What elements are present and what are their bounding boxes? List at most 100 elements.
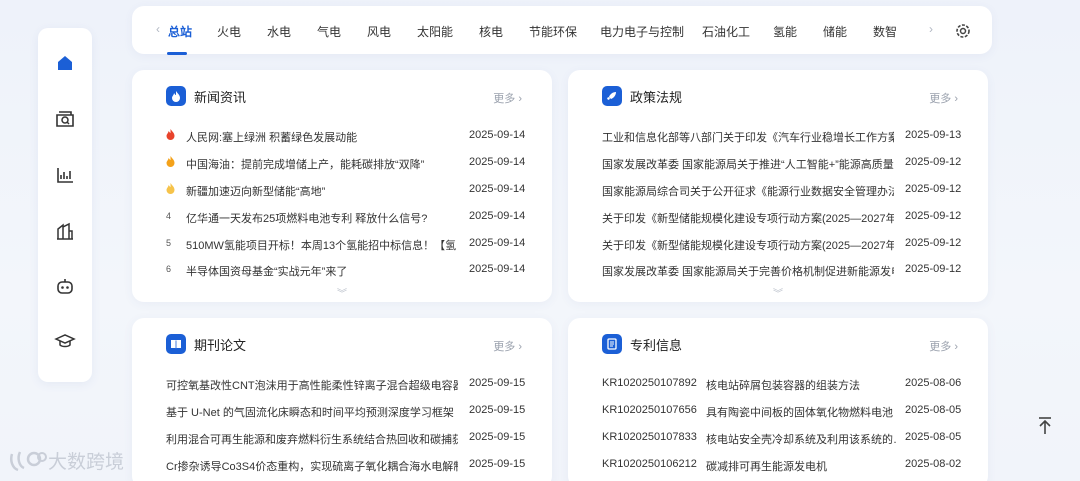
chart-icon[interactable] [52,162,78,188]
news-item-6[interactable]: 6 半导体国资母基金“实战元年”来了 2025-09-14 [166,263,526,281]
patent-number: KR1020250107656 [602,404,697,416]
news-item-date: 2025-09-14 [469,210,526,222]
tab-11[interactable]: 储能 [823,23,847,40]
policy-item-date: 2025-09-12 [905,263,962,275]
news-rank: 5 [166,238,172,248]
patent-more-link[interactable]: 更多 › [929,338,958,354]
policy-item-date: 2025-09-12 [905,237,962,249]
patent-item-4[interactable]: KR1020250106212 碳减排可再生能源发电机 2025-08-02 [602,458,962,476]
tab-1[interactable]: 火电 [217,23,241,40]
news-item-4[interactable]: 4 亿华通一天发布25项燃料电池专利 释放什么信号? 2025-09-14 [166,210,526,228]
patent-item-text: 核电站安全壳冷却系统及利用该系统的… [706,434,896,446]
policy-item-date: 2025-09-12 [905,210,962,222]
news-item-5[interactable]: 5 510MW氢能项目开标！本周13个氢能招中标信息！【氢… 2025-09-1… [166,237,526,255]
patent-number: KR1020250107892 [602,377,697,389]
policy-item-1[interactable]: 工业和信息化部等八部门关于印发《汽车行业稳增长工作方案… 2025-09-13 [602,129,962,147]
news-item-date: 2025-09-14 [469,156,526,168]
policy-item-text: 国家发展改革委 国家能源局关于推进“人工智能+”能源高质量发… [602,159,894,171]
policy-more-link[interactable]: 更多 › [929,90,958,106]
patent-number: KR1020250107833 [602,431,697,443]
news-card: 新闻资讯 更多 › 人民网:塞上绿洲 积蓄绿色发展动能 2025-09-14 中… [132,70,552,302]
journal-item-text: Cr掺杂诱导Co3S4价态重构，实现硫离子氧化耦合海水电解制氢 [166,461,458,473]
policy-item-2[interactable]: 国家发展改革委 国家能源局关于推进“人工智能+”能源高质量发… 2025-09-… [602,156,962,174]
news-item-2[interactable]: 中国海油：提前完成增储上产，能耗碳排放“双降” 2025-09-14 [166,156,526,174]
journal-item-date: 2025-09-15 [469,404,526,416]
news-item-date: 2025-09-14 [469,183,526,195]
tab-7[interactable]: 节能环保 [529,23,577,40]
policy-item-5[interactable]: 关于印发《新型储能规模化建设专项行动方案(2025—2027年)… 2025-0… [602,237,962,255]
news-item-text: 中国海油：提前完成增储上产，能耗碳排放“双降” [186,159,425,171]
policy-item-text: 关于印发《新型储能规模化建设专项行动方案(2025—2027年)… [602,240,894,252]
journal-item-date: 2025-09-15 [469,458,526,470]
sidebar [38,28,92,382]
robot-icon[interactable] [52,273,78,299]
policy-item-6[interactable]: 国家发展改革委 国家能源局关于完善价格机制促进新能源发电… 2025-09-12 [602,263,962,281]
journal-item-2[interactable]: 基于 U-Net 的气固流化床瞬态和时间平均预测深度学习框架 2025-09-1… [166,404,526,422]
gear-icon[interactable] [954,22,972,45]
patent-number: KR1020250106212 [602,458,697,470]
back-to-top-icon[interactable] [1036,416,1054,441]
policy-title: 政策法规 [630,89,683,105]
tab-2[interactable]: 水电 [267,23,291,40]
patent-item-date: 2025-08-02 [905,458,962,470]
patent-item-date: 2025-08-06 [905,377,962,389]
journal-item-date: 2025-09-15 [469,431,526,443]
news-item-text: 亿华通一天发布25项燃料电池专利 释放什么信号? [186,213,428,225]
policy-card: 政策法规 更多 › 工业和信息化部等八部门关于印发《汽车行业稳增长工作方案… 2… [568,70,988,302]
building-icon[interactable] [52,218,78,244]
patent-item-2[interactable]: KR1020250107656 具有陶瓷中间板的固体氧化物燃料电池 2025-0… [602,404,962,422]
patent-item-text: 碳减排可再生能源发电机 [706,461,827,473]
category-nav: ‹ 总站 火电 水电 气电 风电 太阳能 核电 节能环保 电力电子与控制 石油化… [132,6,992,54]
journal-item-text: 可控氧基改性CNT泡沫用于高性能柔性锌离子混合超级电容器 [166,380,458,392]
nav-next-icon[interactable]: › [929,22,933,36]
policy-item-text: 国家发展改革委 国家能源局关于完善价格机制促进新能源发电… [602,266,894,278]
patent-document-icon [602,334,622,354]
tab-10[interactable]: 氢能 [773,23,797,40]
policy-item-4[interactable]: 关于印发《新型储能规模化建设专项行动方案(2025—2027年)… 2025-0… [602,210,962,228]
hot-fire-icon [166,156,182,169]
news-item-text: 人民网:塞上绿洲 积蓄绿色发展动能 [186,132,358,144]
hot-fire-icon [166,183,182,196]
news-fire-icon [166,86,186,106]
patent-item-3[interactable]: KR1020250107833 核电站安全壳冷却系统及利用该系统的… 2025-… [602,431,962,449]
patent-item-date: 2025-08-05 [905,431,962,443]
news-rank: 6 [166,264,172,274]
tab-0[interactable]: 总站 [168,23,192,40]
journal-book-icon [166,334,186,354]
hot-fire-icon [166,129,182,142]
news-more-link[interactable]: 更多 › [493,90,522,106]
patent-item-text: 核电站碎屑包装容器的组装方法 [706,380,860,392]
patent-item-text: 具有陶瓷中间板的固体氧化物燃料电池 [706,407,893,419]
graduation-cap-icon[interactable] [52,328,78,354]
patent-card: 专利信息 更多 › KR1020250107892 核电站碎屑包装容器的组装方法… [568,318,988,481]
tab-5[interactable]: 太阳能 [417,23,453,40]
patent-item-1[interactable]: KR1020250107892 核电站碎屑包装容器的组装方法 2025-08-0… [602,377,962,395]
journal-item-1[interactable]: 可控氧基改性CNT泡沫用于高性能柔性锌离子混合超级电容器 2025-09-15 [166,377,526,395]
nav-prev-icon[interactable]: ‹ [156,22,160,36]
active-tab-indicator [167,52,187,55]
watermark-text: 大数跨境 [48,452,125,473]
policy-item-3[interactable]: 国家能源局综合司关于公开征求《能源行业数据安全管理办法… 2025-09-12 [602,183,962,201]
news-item-text: 半导体国资母基金“实战元年”来了 [186,266,348,278]
policy-item-date: 2025-09-12 [905,183,962,195]
search-box-icon[interactable] [52,106,78,132]
news-item-3[interactable]: 新疆加速迈向新型储能“高地” 2025-09-14 [166,183,526,201]
journal-title: 期刊论文 [194,337,247,353]
tab-9[interactable]: 石油化工 [702,23,750,40]
home-icon[interactable] [52,50,78,76]
journal-item-3[interactable]: 利用混合可再生能源和废弃燃料衍生系统结合热回收和碳捕获… 2025-09-15 [166,431,526,449]
journal-item-text: 利用混合可再生能源和废弃燃料衍生系统结合热回收和碳捕获… [166,434,458,446]
expand-chevron-icon[interactable]: ︾ [337,285,347,300]
journal-more-link[interactable]: 更多 › [493,338,522,354]
tab-6[interactable]: 核电 [479,23,503,40]
journal-item-4[interactable]: Cr掺杂诱导Co3S4价态重构，实现硫离子氧化耦合海水电解制氢 2025-09-… [166,458,526,476]
tab-4[interactable]: 风电 [367,23,391,40]
expand-chevron-icon[interactable]: ︾ [773,285,783,300]
patent-item-date: 2025-08-05 [905,404,962,416]
tab-12[interactable]: 数智 [873,23,897,40]
news-item-1[interactable]: 人民网:塞上绿洲 积蓄绿色发展动能 2025-09-14 [166,129,526,147]
tab-8[interactable]: 电力电子与控制 [600,23,684,40]
tab-3[interactable]: 气电 [317,23,341,40]
news-item-text: 510MW氢能项目开标！本周13个氢能招中标信息！【氢… [186,240,456,252]
news-item-date: 2025-09-14 [469,263,526,275]
